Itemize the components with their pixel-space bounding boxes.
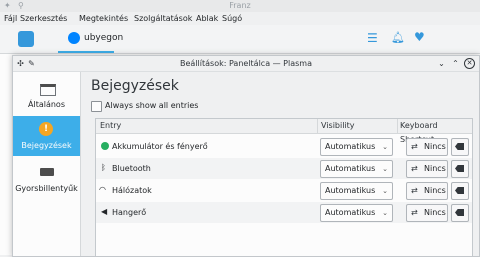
menu-help[interactable]: Súgó: [222, 12, 242, 25]
sidebar-item-label: Bejegyzések: [21, 141, 72, 150]
franz-logo-icon[interactable]: [18, 31, 34, 47]
table-row[interactable]: ◠ Hálózatok Automatikus ⌄ ⇄ Nincs: [96, 180, 472, 201]
shortcut-icon: ⇄: [411, 142, 418, 151]
clear-shortcut-button[interactable]: [451, 182, 469, 200]
hamburger-icon[interactable]: ☰: [367, 31, 378, 45]
column-divider: [397, 119, 398, 133]
entry-label: Hangerő: [112, 208, 147, 217]
chevron-down-icon[interactable]: ⌄: [436, 58, 447, 69]
bell-icon[interactable]: 🔔︎: [391, 31, 405, 44]
chevron-down-icon: ⌄: [382, 187, 388, 195]
visibility-select[interactable]: Automatikus ⌄: [320, 160, 393, 178]
shortcut-icon: ⇄: [411, 208, 418, 217]
dialog-title: Beállítások: Paneltálca — Plasma: [180, 59, 312, 68]
franz-menubar: Fájl Szerkesztés Megtekintés Szolgáltatá…: [0, 12, 480, 25]
chevron-down-icon: ⌄: [382, 165, 388, 173]
visibility-value: Automatikus: [325, 142, 376, 151]
page-title: Bejegyzések: [91, 78, 179, 94]
entry-label: Hálózatok: [112, 186, 152, 195]
chevron-down-icon: ⌄: [382, 209, 388, 217]
shortcut-icon: ⇄: [411, 186, 418, 195]
column-visibility[interactable]: Visibility: [321, 119, 355, 133]
column-entry[interactable]: Entry: [100, 119, 121, 133]
visibility-select[interactable]: Automatikus ⌄: [320, 182, 393, 200]
backspace-icon: [455, 143, 464, 150]
info-icon: !: [39, 122, 53, 136]
sidebar-item-label: Általános: [28, 100, 65, 109]
always-show-label[interactable]: Always show all entries: [105, 99, 198, 112]
close-icon[interactable]: ✕: [464, 58, 475, 69]
window-icon: [40, 84, 56, 96]
visibility-select[interactable]: Automatikus ⌄: [320, 138, 393, 156]
shortcut-icon: ⇄: [411, 164, 418, 173]
sidebar: Általános ! Bejegyzések Gyorsbillentyűk: [13, 72, 81, 256]
entries-table: Entry Visibility Keyboard Shortcut Akkum…: [95, 118, 473, 256]
sidebar-item-shortcuts[interactable]: Gyorsbillentyűk: [13, 164, 80, 196]
shortcut-button[interactable]: ⇄ Nincs: [406, 160, 448, 178]
wifi-icon: ◠: [99, 185, 106, 194]
visibility-value: Automatikus: [325, 208, 376, 217]
franz-titlebar: ✦ ⚲ Franz: [0, 0, 480, 12]
shortcut-value: Nincs: [424, 186, 446, 195]
sidebar-item-entries[interactable]: ! Bejegyzések: [13, 116, 80, 156]
entry-label: Bluetooth: [112, 164, 151, 173]
dialog-titlebar: ✣ ✎ Beállítások: Paneltálca — Plasma ⌄ ⌃…: [13, 56, 479, 72]
menu-services[interactable]: Szolgáltatások: [134, 12, 192, 25]
bluetooth-icon: ᛒ: [101, 163, 106, 172]
chevron-down-icon: ⌄: [382, 143, 388, 151]
tab-ubyegon-label: ubyegon: [84, 33, 124, 43]
franz-service-bar: ubyegon ☰ 🔔︎ ♥: [0, 25, 480, 54]
shortcut-value: Nincs: [424, 208, 446, 217]
heart-icon[interactable]: ♥: [414, 30, 425, 44]
table-header: Entry Visibility Keyboard Shortcut: [96, 119, 472, 144]
always-show-checkbox[interactable]: [91, 101, 102, 112]
backspace-icon: [455, 165, 464, 172]
menu-view[interactable]: Megtekintés: [79, 12, 128, 25]
keyboard-icon: [40, 168, 54, 176]
table-row[interactable]: ᛒ Bluetooth Automatikus ⌄ ⇄ Nincs: [96, 158, 472, 179]
menu-edit[interactable]: Szerkesztés: [20, 12, 67, 25]
visibility-value: Automatikus: [325, 186, 376, 195]
menu-file[interactable]: Fájl: [4, 12, 17, 25]
entry-label: Akkumulátor és fényerő: [112, 142, 208, 151]
column-shortcut[interactable]: Keyboard Shortcut: [400, 119, 472, 144]
visibility-select[interactable]: Automatikus ⌄: [320, 204, 393, 222]
shortcut-button[interactable]: ⇄ Nincs: [406, 138, 448, 156]
visibility-value: Automatikus: [325, 164, 376, 173]
clear-shortcut-button[interactable]: [451, 138, 469, 156]
chevron-up-icon[interactable]: ⌃: [450, 58, 461, 69]
messenger-icon: [68, 32, 80, 44]
column-divider: [317, 119, 318, 133]
clear-shortcut-button[interactable]: [451, 204, 469, 222]
backspace-icon: [455, 209, 464, 216]
table-row[interactable]: Akkumulátor és fényerő Automatikus ⌄ ⇄ N…: [96, 136, 472, 157]
sidebar-item-general[interactable]: Általános: [13, 80, 80, 112]
franz-title: Franz: [229, 1, 251, 10]
shortcut-button[interactable]: ⇄ Nincs: [406, 204, 448, 222]
table-row[interactable]: ◀ Hangerő Automatikus ⌄ ⇄ Nincs: [96, 202, 472, 223]
shortcut-value: Nincs: [424, 142, 446, 151]
entries-page: Bejegyzések Always show all entries Entr…: [81, 72, 479, 256]
shortcut-button[interactable]: ⇄ Nincs: [406, 182, 448, 200]
battery-icon: [101, 142, 109, 150]
clear-shortcut-button[interactable]: [451, 160, 469, 178]
sidebar-item-label: Gyorsbillentyűk: [15, 184, 78, 193]
shortcut-value: Nincs: [424, 164, 446, 173]
menu-window[interactable]: Ablak: [196, 12, 218, 25]
backspace-icon: [455, 187, 464, 194]
settings-dialog: ✣ ✎ Beállítások: Paneltálca — Plasma ⌄ ⌃…: [12, 55, 480, 257]
speaker-icon: ◀: [101, 207, 108, 216]
